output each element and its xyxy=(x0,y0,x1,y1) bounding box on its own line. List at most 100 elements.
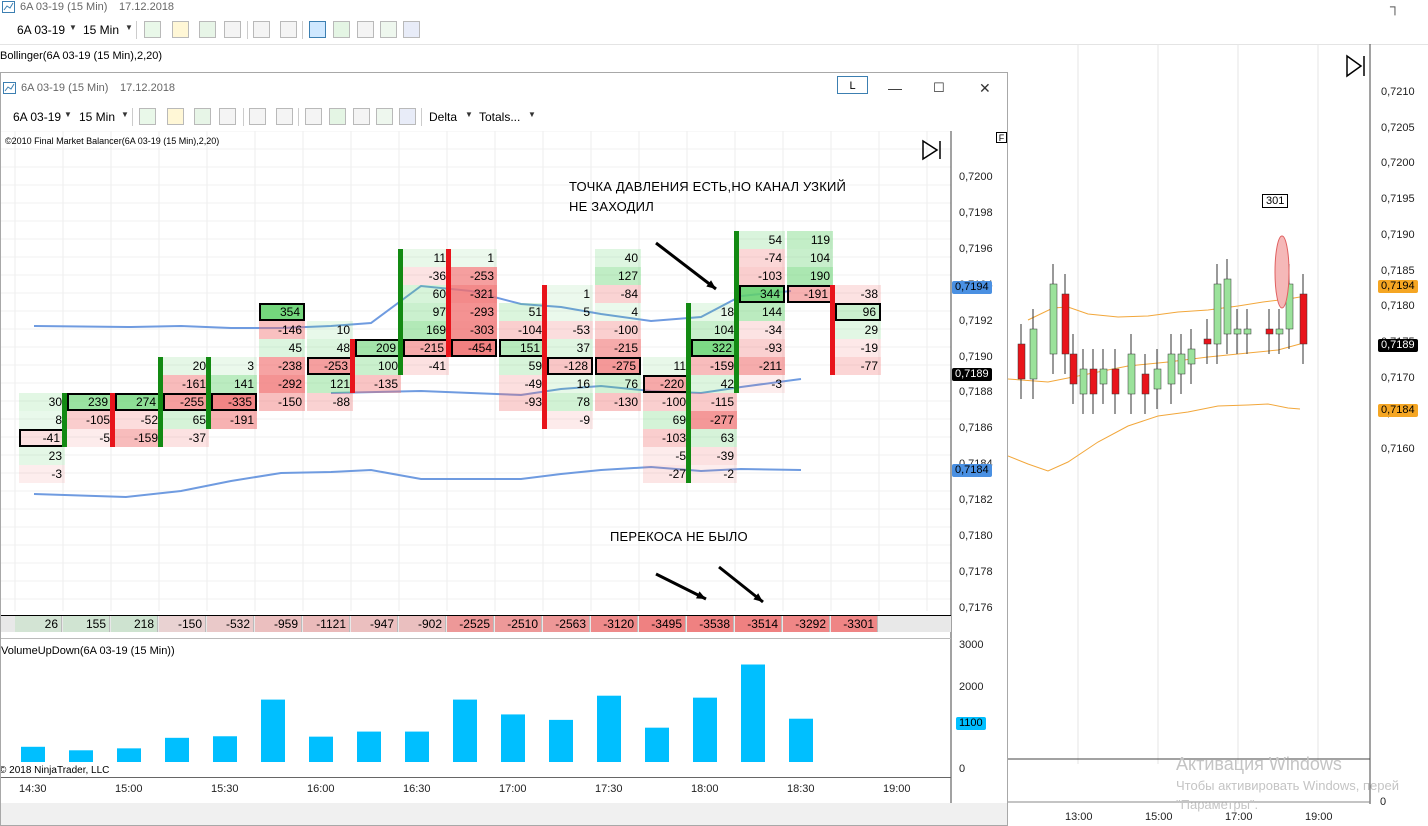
f-button[interactable]: F xyxy=(996,132,1007,143)
background-volume-zero: 0 xyxy=(1380,796,1387,808)
delta-plot-area[interactable]: ©2010 Final Market Balancer(6A 03-19 (15… xyxy=(1,131,1007,825)
total-cell: -902 xyxy=(399,616,446,632)
delta-cell: -53 xyxy=(547,321,593,339)
maximize-icon[interactable]: ☐ xyxy=(933,80,945,96)
delta-selector[interactable]: Delta xyxy=(429,110,457,124)
time-label: 17:00 xyxy=(1225,811,1253,823)
delta-cell: -255 xyxy=(163,393,209,411)
go-to-end-icon[interactable] xyxy=(921,139,945,161)
indicator-label: ©2010 Final Market Balancer(6A 03-19 (15… xyxy=(5,136,220,146)
time-label: 14:30 xyxy=(19,783,47,795)
price-axis-label: 0,7192 xyxy=(959,314,993,327)
add-indicator-icon[interactable] xyxy=(194,108,211,125)
pointer-icon[interactable] xyxy=(253,21,270,38)
restore-icon[interactable]: ┐ xyxy=(1390,0,1400,14)
delta-cell: -9 xyxy=(547,411,593,429)
chevron-down-icon[interactable]: ▼ xyxy=(64,110,72,119)
delta-cell: -454 xyxy=(451,339,497,357)
price-tag-lower: 0,7184 xyxy=(1378,404,1418,417)
delta-cell: 65 xyxy=(163,411,209,429)
interval-selector[interactable]: 15 Min xyxy=(83,23,119,37)
pointer-icon[interactable] xyxy=(249,108,266,125)
price-axis-label: 0,7200 xyxy=(1381,157,1415,170)
remove-indicator-icon[interactable] xyxy=(219,108,236,125)
delta-cell: 97 xyxy=(403,303,449,321)
delta-cell: 20 xyxy=(163,357,209,375)
total-cell: -3301 xyxy=(831,616,878,632)
delta-cell: -38 xyxy=(835,285,881,303)
order-panel-icon[interactable] xyxy=(309,21,326,38)
chart-trader-icon[interactable] xyxy=(333,21,350,38)
delta-cell: -253 xyxy=(307,357,353,375)
price-axis-label: 0,7196 xyxy=(959,242,993,255)
chevron-down-icon[interactable]: ▼ xyxy=(121,110,129,119)
dollar-icon[interactable] xyxy=(376,108,393,125)
delta-cell: -130 xyxy=(595,393,641,411)
chart-trader-icon[interactable] xyxy=(329,108,346,125)
instrument-selector[interactable]: 6A 03-19 xyxy=(17,23,65,37)
delta-cell: 42 xyxy=(691,375,737,393)
toolbar-divider xyxy=(298,108,299,126)
price-tag-lower: 0,7184 xyxy=(952,464,992,477)
delta-cell: 354 xyxy=(259,303,305,321)
delta-cell: 10 xyxy=(307,321,353,339)
horizontal-scrollbar[interactable] xyxy=(1,803,1007,825)
delta-cell: 169 xyxy=(403,321,449,339)
chevron-down-icon[interactable]: ▼ xyxy=(69,23,77,32)
candle-body xyxy=(1177,353,1186,375)
properties-icon[interactable] xyxy=(399,108,416,125)
toolbar-divider xyxy=(421,108,422,126)
delta-cell: 37 xyxy=(547,339,593,357)
total-cell: -532 xyxy=(207,616,254,632)
chevron-down-icon[interactable]: ▼ xyxy=(528,110,536,119)
order-panel-icon[interactable] xyxy=(305,108,322,125)
zoom-icon[interactable] xyxy=(280,21,297,38)
strategy-icon[interactable] xyxy=(353,108,370,125)
zoom-icon[interactable] xyxy=(276,108,293,125)
toolbar-divider xyxy=(302,21,303,39)
delta-cell: -100 xyxy=(595,321,641,339)
pencil-icon[interactable] xyxy=(167,108,184,125)
strategy-icon[interactable] xyxy=(357,21,374,38)
candle-body xyxy=(1275,328,1284,335)
dollar-icon[interactable] xyxy=(380,21,397,38)
delta-cell: 16 xyxy=(547,375,593,393)
delta-cell: -159 xyxy=(691,357,737,375)
bar-type-icon[interactable] xyxy=(139,108,156,125)
delta-cell: -3 xyxy=(19,465,65,483)
delta-cell: 344 xyxy=(739,285,785,303)
delta-cell: 48 xyxy=(307,339,353,357)
close-icon[interactable]: ✕ xyxy=(979,80,991,97)
total-cell: -3495 xyxy=(639,616,686,632)
volume-bar xyxy=(357,731,381,762)
instrument-selector[interactable]: 6A 03-19 xyxy=(13,110,61,124)
price-axis-label: 0,7198 xyxy=(959,206,993,219)
delta-cell: 54 xyxy=(739,231,785,249)
volume-bar xyxy=(453,699,477,762)
delta-cell: -103 xyxy=(643,429,689,447)
chart-window-icon xyxy=(2,1,15,13)
minimize-icon[interactable]: — xyxy=(888,80,902,96)
remove-indicator-icon[interactable] xyxy=(224,21,241,38)
properties-icon[interactable] xyxy=(403,21,420,38)
delta-cell: -115 xyxy=(691,393,737,411)
arrow xyxy=(655,241,717,291)
volume-bar xyxy=(117,748,141,762)
delta-cell: -292 xyxy=(259,375,305,393)
volume-bar xyxy=(165,737,189,762)
delta-cell: -220 xyxy=(643,375,689,393)
link-button[interactable]: L xyxy=(837,76,868,94)
interval-selector[interactable]: 15 Min xyxy=(79,110,115,124)
delta-cell: 121 xyxy=(307,375,353,393)
go-to-end-icon[interactable] xyxy=(1346,54,1365,78)
delta-cell: 209 xyxy=(355,339,401,357)
bar-type-icon[interactable] xyxy=(144,21,161,38)
total-cell: -2510 xyxy=(495,616,542,632)
totals-selector[interactable]: Totals... xyxy=(479,110,520,124)
chevron-down-icon[interactable]: ▼ xyxy=(125,23,133,32)
add-indicator-icon[interactable] xyxy=(199,21,216,38)
pencil-icon[interactable] xyxy=(172,21,189,38)
chevron-down-icon[interactable]: ▼ xyxy=(465,110,473,119)
delta-cell: 23 xyxy=(19,447,65,465)
price-axis-label: 0,7180 xyxy=(959,530,993,542)
